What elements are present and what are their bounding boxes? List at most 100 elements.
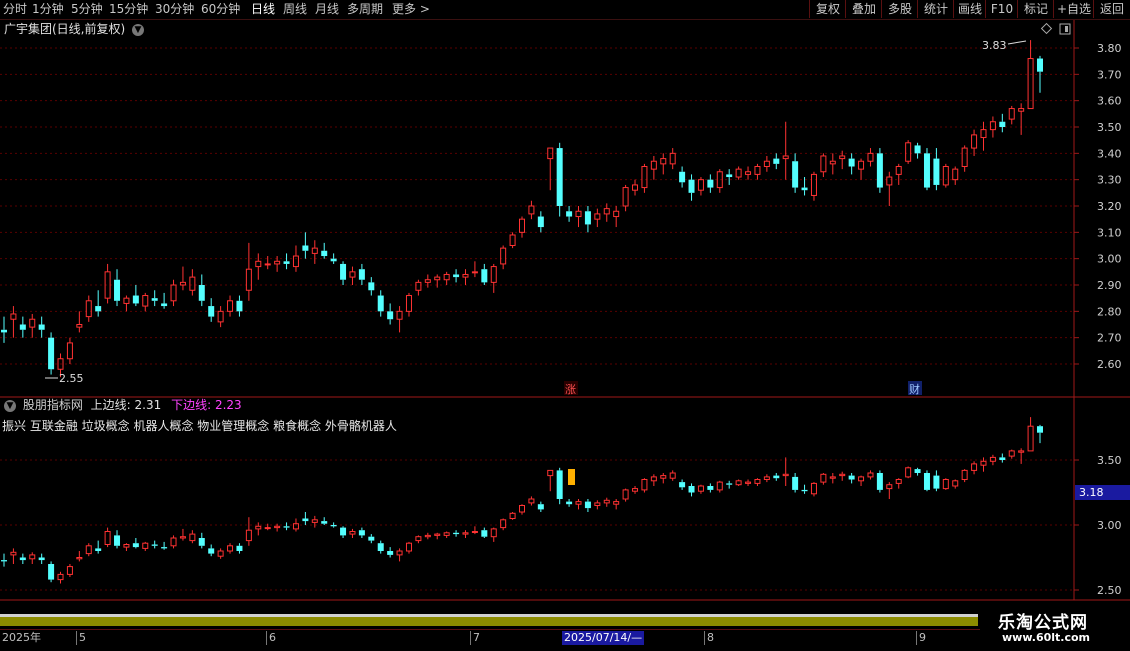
- candle: [848, 153, 855, 175]
- candle: [895, 478, 902, 489]
- candle: [556, 467, 563, 505]
- candle: [1008, 449, 1015, 459]
- main-y-axis: 3.80 3.70 3.60 3.50 3.40 3.30 3.20 3.10 3.00 2.90…: [1074, 42, 1122, 371]
- candle: [208, 544, 215, 557]
- candle: [161, 541, 168, 550]
- candle: [829, 153, 836, 175]
- candle: [688, 483, 695, 497]
- candle: [151, 540, 158, 549]
- candle: [349, 528, 356, 538]
- candle: [471, 261, 478, 278]
- indicator-name: 股朋指标网: [22, 398, 83, 412]
- diamond-icon[interactable]: [1040, 22, 1053, 35]
- candle: [29, 552, 36, 564]
- candle: [886, 171, 893, 206]
- candle: [952, 166, 959, 185]
- candle: [349, 266, 356, 285]
- candle: [519, 504, 525, 515]
- candle: [490, 263, 497, 293]
- candle: [782, 457, 789, 486]
- candle: [255, 253, 262, 280]
- finance-marker[interactable]: 财: [909, 382, 920, 396]
- candle: [1, 553, 7, 567]
- candle: [330, 253, 337, 264]
- candle: [886, 482, 893, 499]
- candle: [707, 174, 714, 193]
- candle: [716, 169, 723, 193]
- candle: [123, 543, 130, 551]
- candle: [575, 499, 582, 510]
- y-tick-label: 3.70: [1097, 68, 1122, 81]
- indicator-candles: [1, 417, 1043, 584]
- candle: [66, 564, 73, 577]
- main-candles: [1, 40, 1043, 378]
- candle: [650, 155, 657, 180]
- y-tick-label: 3.50: [1097, 121, 1122, 134]
- y-tick-label: 2.50: [1097, 584, 1122, 597]
- candle: [19, 553, 26, 564]
- date-label-jul: 7: [470, 631, 480, 645]
- candle: [321, 517, 328, 525]
- stock-title-text: 广宇集团(日线,前复权): [4, 22, 126, 36]
- candle: [76, 551, 83, 562]
- candle: [669, 470, 676, 481]
- candle: [566, 499, 573, 507]
- candle: [952, 479, 959, 489]
- indicator-current-value: 3.18: [1075, 485, 1130, 500]
- candle: [660, 473, 667, 484]
- limit-up-marker[interactable]: 涨: [565, 383, 576, 396]
- candle: [603, 497, 610, 507]
- indicator-band-upper: [0, 614, 978, 617]
- candle: [377, 290, 384, 317]
- candle: [726, 480, 733, 489]
- candle: [876, 470, 883, 493]
- y-tick-label: 3.10: [1097, 226, 1122, 239]
- candle: [340, 526, 347, 538]
- candle: [123, 295, 130, 312]
- candle: [368, 277, 375, 296]
- candle: [76, 311, 83, 333]
- y-tick-label: 3.30: [1097, 174, 1122, 187]
- y-tick-label: 3.00: [1097, 519, 1122, 532]
- candle: [1, 316, 7, 343]
- candle: [858, 475, 865, 486]
- y-tick-label: 3.80: [1097, 42, 1122, 55]
- candle: [104, 263, 111, 304]
- signal-marker: [568, 469, 575, 485]
- cursor-date: 2025/07/14/—: [562, 631, 645, 645]
- candle: [104, 527, 111, 548]
- candle: [142, 541, 149, 551]
- candlestick-chart[interactable]: 3.80 3.70 3.60 3.50 3.40 3.30 3.20 3.10 3.00 2.90…: [0, 0, 1130, 650]
- candle: [999, 113, 1006, 133]
- candle: [584, 499, 591, 512]
- candle: [38, 553, 45, 564]
- candle: [641, 478, 648, 493]
- candle: [217, 548, 224, 559]
- candle: [321, 242, 328, 259]
- candle: [85, 295, 92, 322]
- y-tick-label: 3.50: [1097, 454, 1122, 467]
- candle: [462, 530, 469, 538]
- candle: [773, 473, 780, 481]
- lower-line-label: 下边线:: [171, 398, 212, 412]
- window-toggle-icon[interactable]: [1059, 23, 1071, 35]
- candle: [679, 479, 686, 490]
- candle: [490, 527, 497, 542]
- candle: [95, 540, 102, 554]
- candle: [189, 530, 196, 544]
- candle: [632, 179, 639, 196]
- title-dropdown-icon[interactable]: ▼: [132, 23, 145, 36]
- indicator-dropdown-icon[interactable]: ▼: [4, 399, 16, 412]
- candle: [170, 279, 177, 307]
- y-tick-label: 2.80: [1097, 305, 1122, 318]
- candle: [405, 541, 412, 554]
- candle: [792, 473, 799, 493]
- candle: [358, 263, 365, 285]
- candle: [453, 530, 460, 537]
- candle: [697, 484, 704, 494]
- candle: [340, 261, 347, 285]
- candle: [302, 232, 309, 259]
- candle: [707, 483, 714, 493]
- candle: [820, 153, 827, 178]
- candle: [829, 473, 836, 484]
